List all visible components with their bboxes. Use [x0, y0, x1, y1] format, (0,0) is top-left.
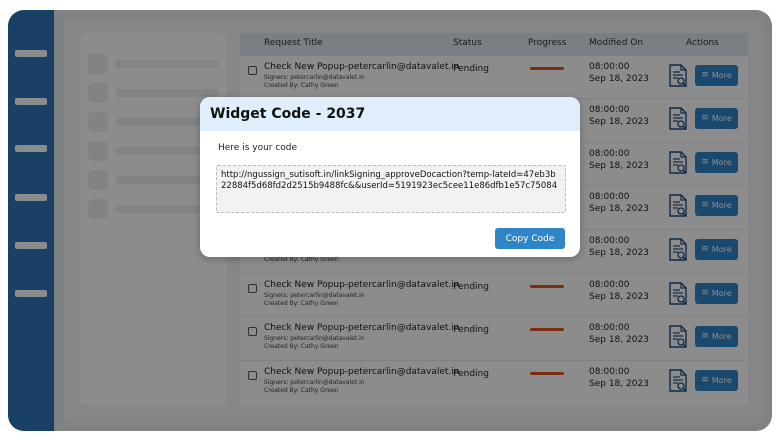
code-box[interactable]: http://ngussign_sutisoft.in/linkSigning_…: [216, 165, 566, 213]
modal-header: Widget Code - 2037: [200, 97, 580, 131]
widget-code-modal: Widget Code - 2037 Here is your code htt…: [200, 97, 580, 257]
modal-title: Widget Code - 2037: [210, 106, 366, 122]
modal-label: Here is your code: [218, 143, 298, 153]
copy-code-button[interactable]: Copy Code: [495, 228, 565, 249]
